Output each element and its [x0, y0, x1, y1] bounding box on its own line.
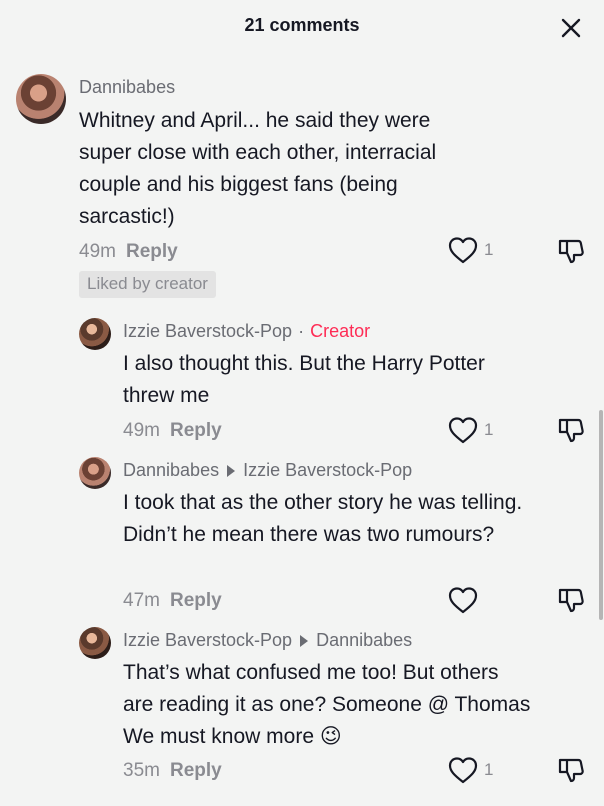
reply-button[interactable]: Reply	[126, 241, 178, 262]
like-button[interactable]	[448, 586, 478, 614]
comment-time: 35m	[123, 760, 160, 781]
comments-count-title: 21 comments	[244, 15, 360, 35]
triangle-right-icon	[300, 635, 309, 648]
comment-time: 49m	[79, 241, 116, 262]
comment-text: That’s what confused me too! But others …	[123, 657, 533, 753]
comment-meta: 47m Reply	[123, 590, 222, 612]
thumbs-down-icon	[558, 418, 584, 443]
heart-outline-icon	[448, 587, 478, 614]
comment-text: Whitney and April... he said they were s…	[79, 109, 437, 228]
comment-meta: 49m Reply	[79, 241, 178, 263]
like-button[interactable]: 1	[448, 416, 493, 444]
thumbs-down-icon	[558, 239, 584, 264]
comment-time: 47m	[123, 590, 160, 611]
comment-username[interactable]: Dannibabes	[123, 460, 219, 480]
liked-by-creator-badge: Liked by creator	[79, 271, 216, 298]
comment-text: I also thought this. But the Harry Potte…	[123, 352, 485, 407]
wink-emoji: 😉	[319, 725, 342, 748]
like-count: 1	[484, 760, 494, 779]
like-button[interactable]: 1	[448, 756, 493, 784]
like-button[interactable]: 1	[448, 236, 493, 264]
reply-button[interactable]: Reply	[170, 420, 222, 441]
avatar[interactable]	[79, 457, 111, 489]
comment-username-line: Dannibabes Izzie Baverstock-Pop	[123, 460, 412, 481]
heart-outline-icon	[448, 237, 478, 264]
reply-button[interactable]: Reply	[170, 590, 222, 611]
dislike-button[interactable]	[557, 586, 585, 619]
heart-outline-icon	[448, 417, 478, 444]
comment-text: I took that as the other story he was te…	[123, 491, 523, 546]
comments-header: 21 comments	[0, 0, 604, 56]
dislike-button[interactable]	[557, 756, 585, 789]
comment-username[interactable]: Izzie Baverstock-Pop	[123, 630, 292, 650]
comment-meta: 35m Reply	[123, 760, 222, 782]
like-count: 1	[484, 240, 494, 259]
avatar[interactable]	[79, 627, 111, 659]
dislike-button[interactable]	[557, 416, 585, 449]
avatar[interactable]	[16, 74, 66, 124]
thumbs-down-icon	[558, 758, 584, 783]
scrollbar[interactable]	[599, 410, 603, 620]
like-count: 1	[484, 420, 494, 439]
thumbs-down-icon	[558, 588, 584, 613]
comment-username-line: Izzie Baverstock-Pop Dannibabes	[123, 630, 412, 651]
reply-to-username[interactable]: Dannibabes	[316, 630, 412, 650]
close-icon	[561, 18, 581, 38]
close-button[interactable]	[556, 13, 586, 43]
reply-to-username[interactable]: Izzie Baverstock-Pop	[243, 460, 412, 480]
reply-button[interactable]: Reply	[170, 760, 222, 781]
heart-outline-icon	[448, 757, 478, 784]
comment-username-line: Izzie Baverstock-Pop · Creator	[123, 321, 371, 341]
comment-username[interactable]: Dannibabes	[79, 77, 175, 98]
creator-label: Creator	[310, 321, 371, 341]
comment-username[interactable]: Izzie Baverstock-Pop	[123, 321, 292, 341]
triangle-right-icon	[227, 465, 236, 478]
avatar[interactable]	[79, 318, 111, 350]
dislike-button[interactable]	[557, 237, 585, 270]
comment-time: 49m	[123, 420, 160, 441]
comment-meta: 49m Reply	[123, 420, 222, 442]
